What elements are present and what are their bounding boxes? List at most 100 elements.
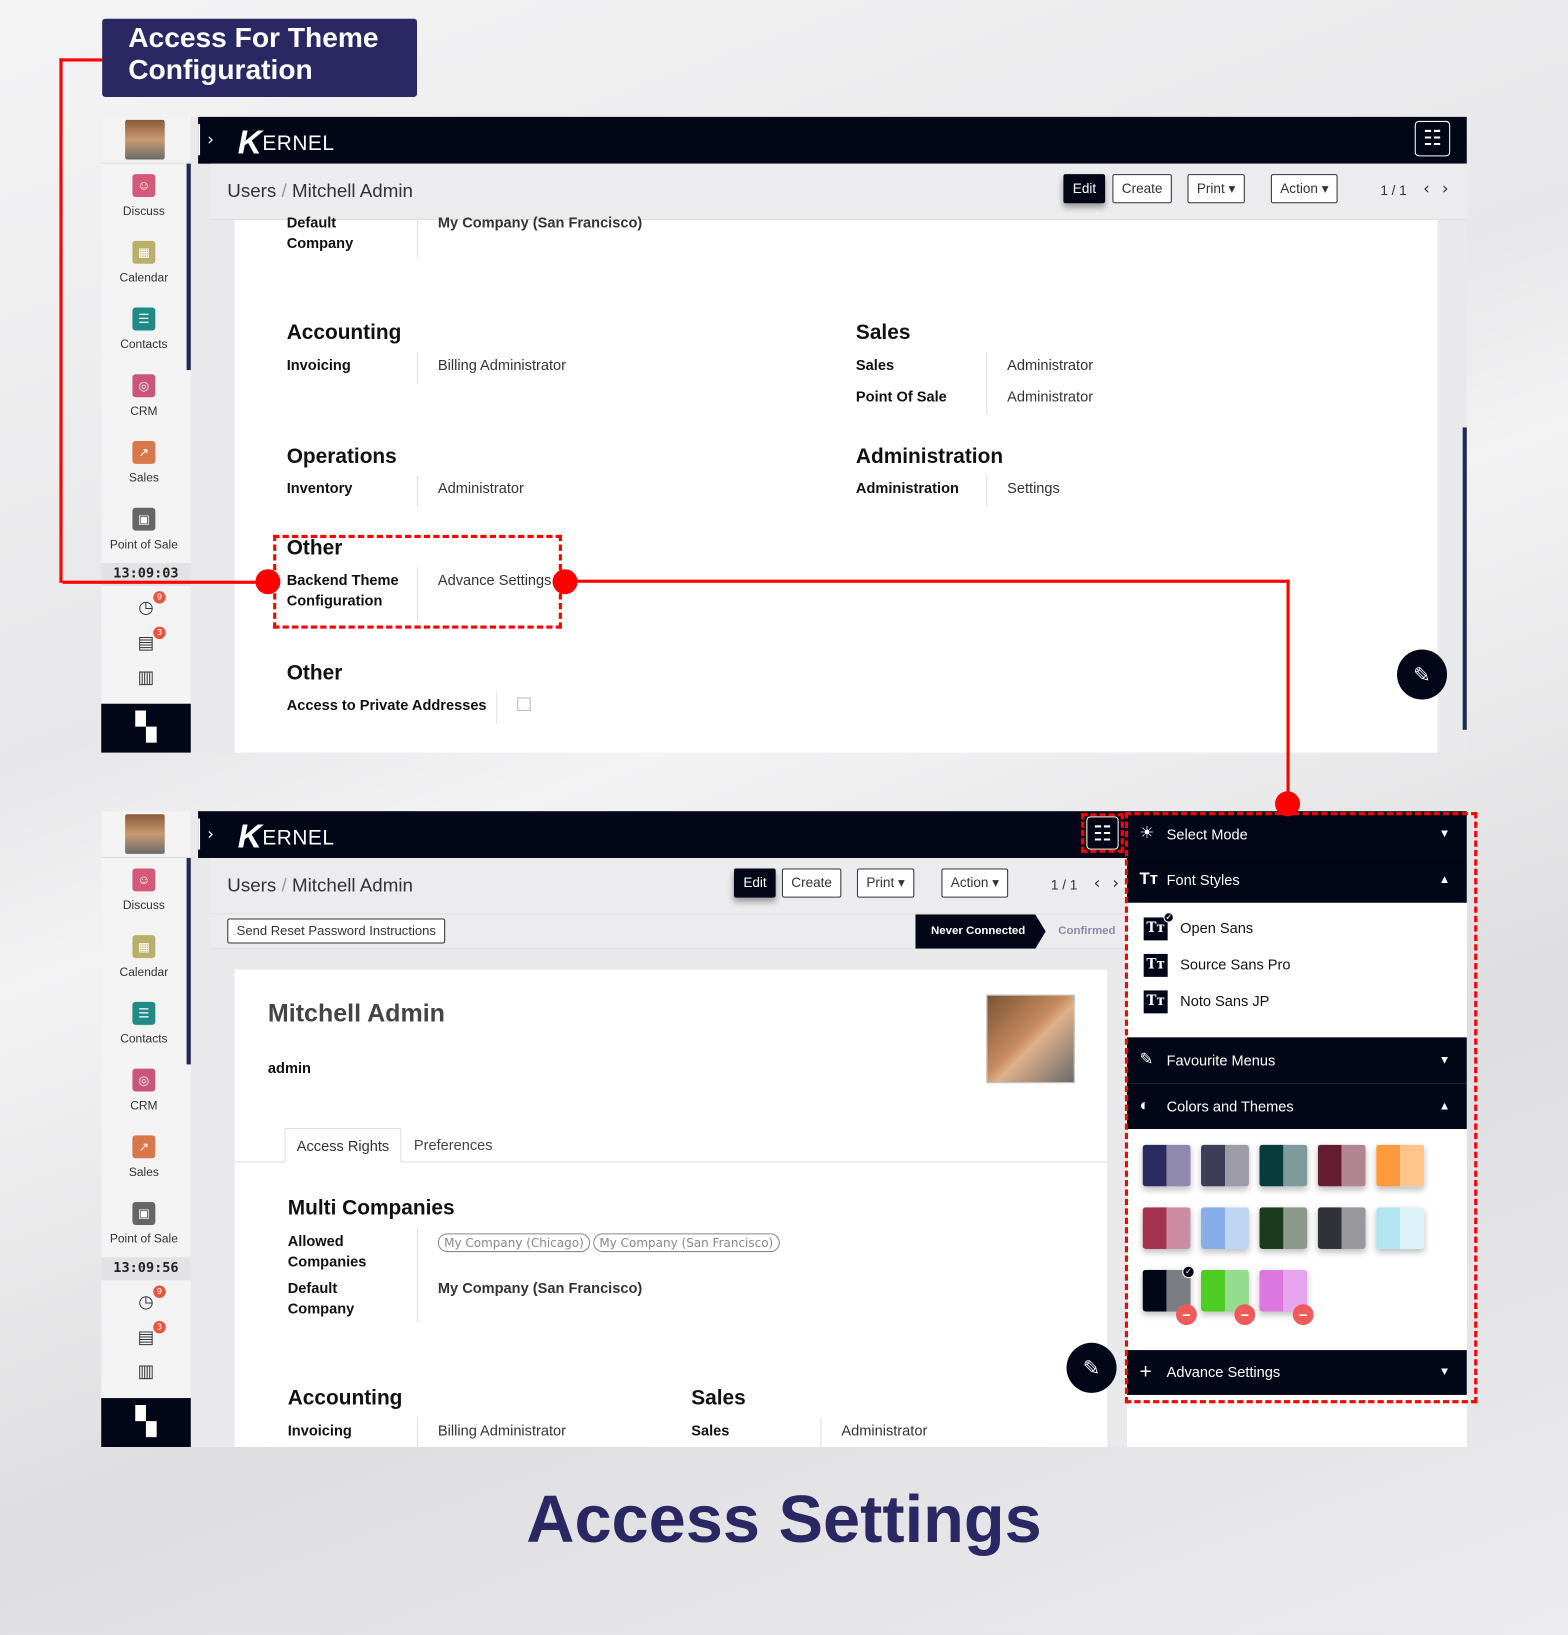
avatar[interactable] [125,119,165,160]
status-never-connected[interactable]: Never Connected [915,914,1046,949]
field-label: Point Of Sale [855,387,947,405]
status-confirmed[interactable]: Confirmed [1058,914,1115,948]
favourite-menu-fab-icon[interactable]: ✎ [1066,1342,1117,1393]
messages-badge: 3 [153,626,166,640]
messages-icon[interactable]: ▤ 3 [134,626,166,654]
field-label: Invoicing [287,1422,352,1439]
sidebar-item-discuss[interactable]: ☺ Discuss [101,174,186,218]
control-panel: Users / Mitchell Admin Edit Create Print… [210,163,1467,220]
avatar[interactable] [125,814,165,854]
user-name: Mitchell Admin [267,999,445,1028]
section-title: Operations [286,445,397,469]
app-sidebar: ☺ Discuss ▦ Calendar ☰ Contacts ◎ CRM ↗ Sales ▣ Poi… [101,116,191,753]
edit-button[interactable]: Edit [1063,174,1106,204]
content-scrollbar[interactable] [1462,427,1467,730]
company-tag[interactable]: My Company (San Francisco) [593,1233,780,1253]
sidebar-item-point-of-sale[interactable]: ▣ Point of Sale [101,507,186,552]
crm-icon: ◎ [132,374,156,398]
field-value[interactable]: Administrator [438,477,524,498]
user-login: admin [267,1059,311,1076]
sidebar-item-calendar[interactable]: ▦ Calendar [101,240,186,285]
calendar-icon: ▦ [132,935,156,959]
edit-button[interactable]: Edit [733,868,777,898]
messages-icon[interactable]: ▤ 3 [134,1320,166,1348]
sidebar-item-crm[interactable]: ◎ CRM [101,374,186,418]
field-value[interactable]: Administrator [841,1420,927,1441]
theme-settings-button[interactable]: ☷ [1414,120,1451,157]
tab-preferences[interactable]: Preferences [414,1128,493,1162]
next-record-icon[interactable]: › [1442,178,1449,198]
send-reset-password-button[interactable]: Send Reset Password Instructions [227,918,446,944]
field-value[interactable]: Administrator [1007,354,1093,375]
sidebar-item-calendar[interactable]: ▦ Calendar [101,935,186,979]
kernel-logo: KERNEL [237,123,335,161]
field-label: Company [286,234,354,252]
field-label: Companies [287,1253,367,1270]
sidebar-scrollbar[interactable] [186,858,191,1065]
connector-line [59,58,63,583]
default-company-value[interactable]: My Company (San Francisco) [438,1277,642,1298]
status-bar: Send Reset Password Instructions Never C… [210,914,1129,949]
sidebar-item-contacts[interactable]: ☰ Contacts [101,1001,186,1046]
sidebar-item-contacts[interactable]: ☰ Contacts [101,307,186,351]
highlight-box [1124,812,1478,1404]
field-label: Administration [855,479,959,497]
apps-menu-grid-icon[interactable]: ▚ [101,1398,191,1448]
connector-line [565,579,1290,583]
discuss-icon: ☺ [132,868,156,892]
sidebar-item-label: Point of Sale [109,1233,178,1246]
next-record-icon[interactable]: › [1112,873,1119,893]
create-button[interactable]: Create [781,868,842,898]
prev-record-icon[interactable]: ‹ [1423,178,1430,198]
sidebar-item-sales[interactable]: ↗ Sales [101,1135,186,1179]
contacts-icon: ☰ [132,1001,156,1025]
section-title: Other [286,662,343,685]
default-company-value[interactable]: My Company (San Francisco) [438,212,642,233]
field-label: Company [287,1300,355,1317]
connector-dot [552,569,578,595]
section-title: Accounting [286,321,402,345]
field-label: Sales [855,356,895,374]
breadcrumb-current: Mitchell Admin [291,874,413,896]
user-photo[interactable] [986,994,1075,1084]
activity-badge: 9 [153,1285,166,1298]
connector-dot [1275,791,1301,817]
company-building-icon[interactable]: ▥ [134,1362,157,1383]
highlight-box [1081,813,1124,853]
connector-line [59,58,103,62]
create-button[interactable]: Create [1112,174,1172,204]
print-button[interactable]: Print ▾ [856,868,915,898]
sidebar-item-point-of-sale[interactable]: ▣ Point of Sale [101,1202,186,1246]
field-value[interactable]: Administrator [1007,386,1093,407]
action-button[interactable]: Action ▾ [1270,174,1338,204]
allowed-companies-tags[interactable]: My Company (Chicago) My Company (San Fran… [437,1231,783,1253]
favourite-menu-fab-icon[interactable]: ✎ [1397,649,1448,700]
activity-clock-icon[interactable]: ◷ 9 [134,1285,166,1313]
tab-access-rights[interactable]: Access Rights [284,1128,402,1163]
company-building-icon[interactable]: ▥ [134,667,157,688]
activity-clock-icon[interactable]: ◷ 9 [134,591,166,618]
action-button[interactable]: Action ▾ [941,868,1009,898]
field-value[interactable]: Settings [1007,477,1060,498]
sidebar-item-crm[interactable]: ◎ CRM [101,1068,186,1112]
top-navbar [198,811,1127,859]
sidebar-scrollbar[interactable] [186,163,191,371]
prev-record-icon[interactable]: ‹ [1094,873,1101,893]
pager: 1 / 1 [1050,876,1078,893]
sidebar-item-sales[interactable]: ↗ Sales [101,440,186,485]
company-tag[interactable]: My Company (Chicago) [437,1233,591,1253]
sidebar-item-label: Point of Sale [109,538,178,552]
sidebar-item-label: Sales [128,472,159,485]
breadcrumb-users-link[interactable]: Users [227,875,276,896]
field-value[interactable]: Billing Administrator [438,1420,566,1441]
print-button[interactable]: Print ▾ [1187,174,1245,204]
apps-menu-grid-icon[interactable]: ▚ [101,703,191,753]
field-value[interactable]: Billing Administrator [438,354,566,375]
private-addresses-checkbox[interactable] [517,697,531,712]
sidebar-item-label: Discuss [122,205,165,218]
pos-icon: ▣ [132,507,156,531]
field-label: Default [286,213,337,231]
breadcrumb-users-link[interactable]: Users [227,180,276,201]
section-title: Multi Companies [287,1196,455,1220]
sidebar-item-discuss[interactable]: ☺ Discuss [101,868,186,912]
